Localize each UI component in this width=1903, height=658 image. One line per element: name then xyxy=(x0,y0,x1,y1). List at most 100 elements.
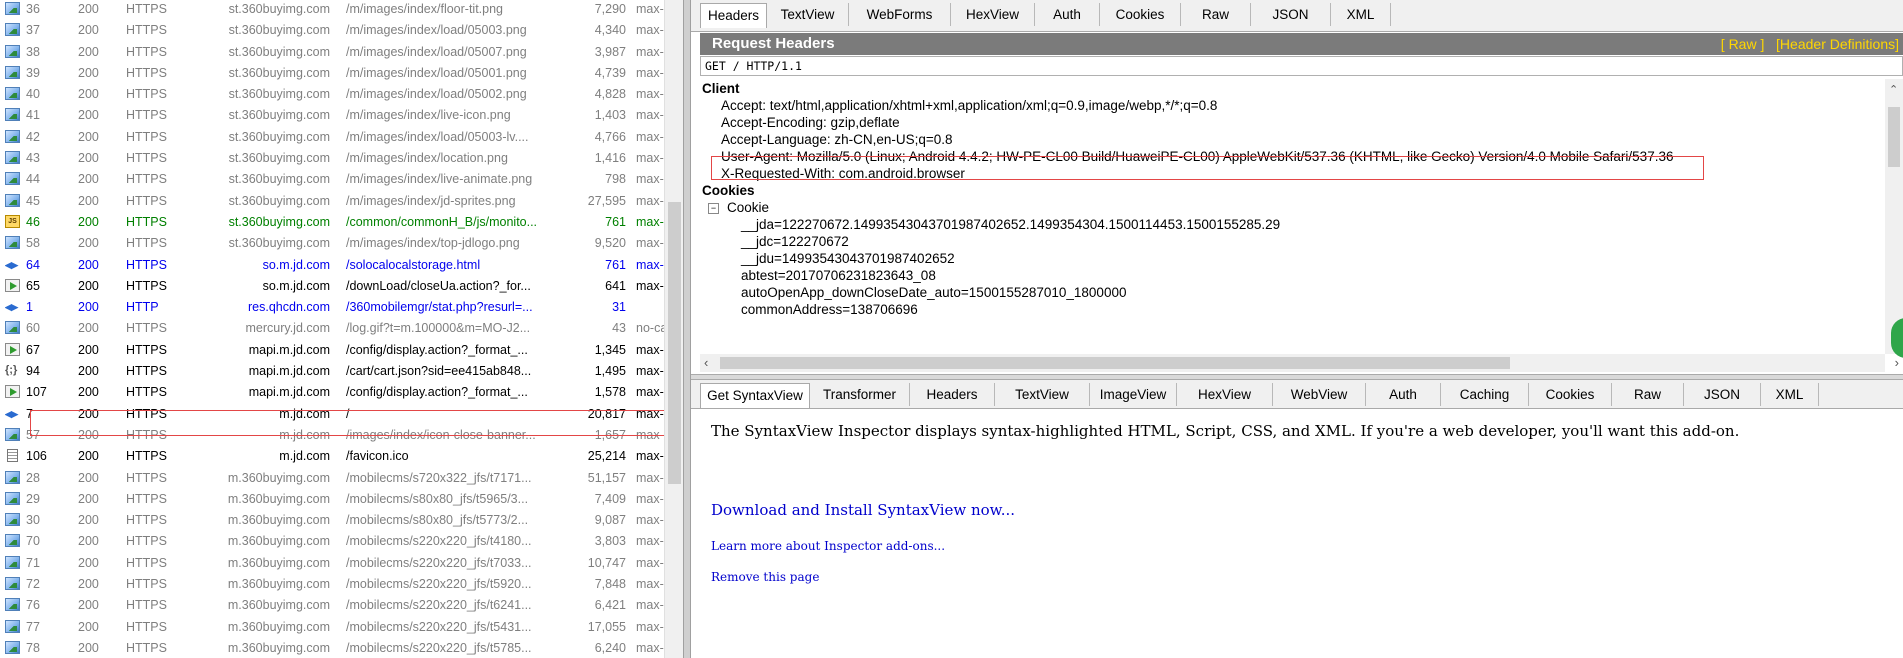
tab-headers[interactable]: Headers xyxy=(700,3,767,28)
image-icon-glyph xyxy=(5,65,20,79)
session-row[interactable]: 60 200 HTTPS mercury.jd.com/log.gif?t=m.100… xyxy=(0,318,666,339)
session-row[interactable]: 106 200 HTTPS m.jd.com/favicon.ico 25,214 max… xyxy=(0,446,664,467)
tab-hexview[interactable]: HexView xyxy=(951,3,1035,26)
tab-response-hexview[interactable]: HexView xyxy=(1177,383,1273,406)
session-row[interactable]: 71 200 HTTPS m.360buyimg.com/mobilecms/s220… xyxy=(0,553,664,574)
session-number: 29 xyxy=(26,491,40,506)
headers-horizontal-scrollbar[interactable]: ‹ › xyxy=(700,354,1899,372)
session-caching: max- xyxy=(636,449,664,464)
session-row[interactable]: 72 200 HTTPS m.360buyimg.com/mobilecms/s220… xyxy=(0,574,664,595)
scrollbar-thumb[interactable] xyxy=(720,357,1510,369)
tab-response-transformer[interactable]: Transformer xyxy=(810,383,910,406)
syntaxview-intro: The SyntaxView Inspector displays syntax… xyxy=(711,422,1740,440)
tab-response-webview[interactable]: WebView xyxy=(1273,383,1366,406)
session-row[interactable]: 30 200 HTTPS m.360buyimg.com/mobilecms/s80x… xyxy=(0,510,664,531)
session-row[interactable]: 41 200 HTTPS st.360buyimg.com/m/images/inde… xyxy=(0,105,664,126)
scrollbar-thumb[interactable] xyxy=(1888,107,1900,167)
tab-response-get-syntaxview[interactable]: Get SyntaxView xyxy=(700,383,810,408)
session-row[interactable]: 45 200 HTTPS st.360buyimg.com/m/images/inde… xyxy=(0,191,664,212)
session-row[interactable]: 76 200 HTTPS m.360buyimg.com/mobilecms/s220… xyxy=(0,595,664,616)
session-row[interactable]: 70 200 HTTPS m.360buyimg.com/mobilecms/s220… xyxy=(0,531,664,552)
tab-response-textview[interactable]: TextView xyxy=(995,383,1090,406)
session-row[interactable]: 37 200 HTTPS st.360buyimg.com/m/images/inde… xyxy=(0,20,664,41)
session-row[interactable]: 36 200 HTTPS st.360buyimg.com/m/images/inde… xyxy=(0,0,664,20)
tab-cookies[interactable]: Cookies xyxy=(1100,3,1181,26)
session-row[interactable]: 39 200 HTTPS st.360buyimg.com/m/images/inde… xyxy=(0,63,664,84)
session-row[interactable]: 43 200 HTTPS st.360buyimg.com/m/images/inde… xyxy=(0,148,664,169)
image-icon-glyph xyxy=(5,619,20,633)
tab-response-raw[interactable]: Raw xyxy=(1612,383,1684,406)
collapse-icon[interactable]: − xyxy=(708,203,719,214)
tab-response-xml[interactable]: XML xyxy=(1761,383,1819,406)
json-icon-glyph: {;} xyxy=(5,364,18,377)
session-number: 58 xyxy=(26,236,40,251)
session-number: 43 xyxy=(26,151,40,166)
tab-response-imageview[interactable]: ImageView xyxy=(1090,383,1177,406)
tab-response-caching[interactable]: Caching xyxy=(1441,383,1529,406)
scroll-right-icon[interactable]: › xyxy=(1895,355,1899,370)
session-caching: max- xyxy=(636,470,664,485)
session-host: st.360buyimg.com xyxy=(228,236,330,251)
session-row[interactable]: 29 200 HTTPS m.360buyimg.com/mobilecms/s80x… xyxy=(0,489,664,510)
session-body-size: 27,595 xyxy=(587,193,626,208)
session-row[interactable]: 107 200 HTTPS mapi.m.jd.com/config/display.… xyxy=(0,382,664,403)
image-icon-glyph xyxy=(5,2,20,15)
tab-response-cookies[interactable]: Cookies xyxy=(1529,383,1612,406)
session-row[interactable]: 65 200 HTTPS so.m.jd.com/downLoad/closeUa.a… xyxy=(0,276,664,297)
image-icon-glyph xyxy=(5,513,20,527)
cookie-commonaddress[interactable]: commonAddress=138706696 xyxy=(741,300,918,320)
scroll-up-icon[interactable]: ⌃ xyxy=(1889,83,1898,96)
session-row[interactable]: 28 200 HTTPS m.360buyimg.com/mobilecms/s720… xyxy=(0,468,664,489)
session-row[interactable]: 42 200 HTTPS st.360buyimg.com/m/images/inde… xyxy=(0,127,664,148)
scrollbar-thumb[interactable] xyxy=(668,202,681,484)
session-number: 64 xyxy=(26,257,40,272)
image-icon-glyph xyxy=(5,172,20,186)
session-host: so.m.jd.com xyxy=(262,257,330,272)
session-caching: max- xyxy=(636,278,664,293)
session-row[interactable]: 38 200 HTTPS st.360buyimg.com/m/images/inde… xyxy=(0,42,664,63)
learn-more-link[interactable]: Learn more about Inspector add-ons... xyxy=(711,539,945,553)
tab-response-auth[interactable]: Auth xyxy=(1366,383,1441,406)
header-definitions-link[interactable]: [Header Definitions] xyxy=(1776,36,1899,52)
session-row[interactable]: 78 200 HTTPS m.360buyimg.com/mobilecms/s220… xyxy=(0,638,664,658)
tab-auth[interactable]: Auth xyxy=(1035,3,1100,26)
headers-vertical-scrollbar[interactable]: ⌃ xyxy=(1885,79,1903,354)
session-number: 77 xyxy=(26,619,40,634)
session-url: /m/images/index/jd-sprites.png xyxy=(346,193,516,208)
session-row[interactable]: 44 200 HTTPS st.360buyimg.com/m/images/inde… xyxy=(0,169,664,190)
session-url: /config/display.action?_format_... xyxy=(346,385,528,400)
session-row[interactable]: 67 200 HTTPS mapi.m.jd.com/config/display.a… xyxy=(0,340,664,361)
session-list-scrollbar[interactable] xyxy=(664,0,683,658)
session-number: 107 xyxy=(26,385,47,400)
session-host: m.jd.com xyxy=(279,449,330,464)
cookie-label: Cookie xyxy=(727,200,770,215)
request-inspector-tabs: Headers TextView WebForms HexView Auth Cookie… xyxy=(691,0,1903,32)
session-row[interactable]: JS 46 200 HTTPS st.360buyimg.com/common/comm… xyxy=(0,212,664,233)
tab-xml[interactable]: XML xyxy=(1331,3,1391,26)
image-icon-glyph xyxy=(5,108,20,122)
session-row[interactable]: 77 200 HTTPS m.360buyimg.com/mobilecms/s220… xyxy=(0,617,664,638)
session-row[interactable]: ◂▸ 1 200 HTTP res.qhcdn.com/360mobilemgr/sta… xyxy=(0,297,664,318)
pane-splitter[interactable] xyxy=(683,0,691,658)
image-icon xyxy=(5,491,22,507)
scroll-left-icon[interactable]: ‹ xyxy=(704,355,708,370)
remove-page-link[interactable]: Remove this page xyxy=(711,570,819,584)
tab-json[interactable]: JSON xyxy=(1251,3,1331,26)
tab-response-headers[interactable]: Headers xyxy=(910,383,995,406)
tab-raw[interactable]: Raw xyxy=(1181,3,1251,26)
tab-response-json[interactable]: JSON xyxy=(1684,383,1761,406)
image-icon-glyph xyxy=(5,470,20,484)
session-url: /mobilecms/s220x220_jfs/t5431... xyxy=(346,619,532,634)
download-syntaxview-link[interactable]: Download and Install SyntaxView now... xyxy=(711,501,1015,519)
session-result: 200 xyxy=(78,2,99,16)
raw-link[interactable]: [ Raw ] xyxy=(1721,36,1765,52)
session-protocol: HTTPS xyxy=(126,236,167,251)
session-row[interactable]: ◂▸ 64 200 HTTPS so.m.jd.com/solocalocalstora… xyxy=(0,255,664,276)
session-row[interactable]: 58 200 HTTPS st.360buyimg.com/m/images/inde… xyxy=(0,233,664,254)
tab-webforms[interactable]: WebForms xyxy=(849,3,951,26)
session-row[interactable]: 40 200 HTTPS st.360buyimg.com/m/images/inde… xyxy=(0,84,664,105)
session-caching: max- xyxy=(636,257,664,272)
tab-textview[interactable]: TextView xyxy=(767,3,849,26)
session-number: 106 xyxy=(26,449,47,464)
session-row[interactable]: {;} 94 200 HTTPS mapi.m.jd.com/cart/cart.jso… xyxy=(0,361,664,382)
